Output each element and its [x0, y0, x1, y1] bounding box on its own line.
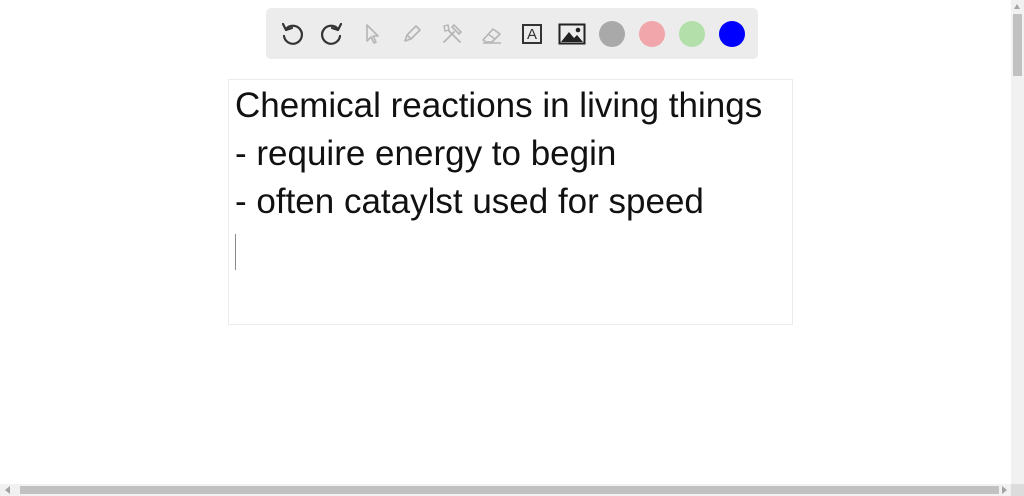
image-icon — [558, 23, 586, 45]
text-tool-button[interactable]: A — [518, 20, 546, 48]
eraser-tool-button[interactable] — [478, 20, 506, 48]
note-line-2: - require energy to begin — [235, 134, 617, 173]
vertical-scrollbar[interactable] — [1011, 0, 1024, 484]
tools-button[interactable] — [438, 20, 466, 48]
whiteboard-canvas[interactable]: A Chemical reactions in living things - … — [0, 0, 1011, 484]
scroll-right-arrow-icon[interactable] — [1002, 486, 1007, 494]
redo-button[interactable] — [318, 20, 346, 48]
horizontal-scroll-thumb[interactable] — [20, 486, 999, 494]
scrollbar-corner — [1011, 484, 1024, 496]
horizontal-scrollbar[interactable] — [0, 484, 1011, 496]
text-tool-icon: A — [522, 24, 542, 44]
text-caret — [235, 234, 236, 270]
pen-tool-button[interactable] — [398, 20, 426, 48]
color-swatch-pink[interactable] — [639, 21, 665, 47]
color-swatch-green[interactable] — [679, 21, 705, 47]
tools-icon — [443, 23, 463, 43]
pen-icon — [404, 25, 421, 42]
select-tool-button[interactable] — [358, 20, 386, 48]
scroll-up-arrow-icon[interactable] — [1014, 4, 1020, 9]
text-tool-glyph: A — [526, 25, 537, 43]
note-line-1: Chemical reactions in living things — [235, 86, 763, 125]
undo-icon — [281, 22, 304, 45]
vertical-scroll-thumb[interactable] — [1013, 14, 1022, 76]
undo-button[interactable] — [278, 20, 306, 48]
note-line-3: - often cataylst used for speed — [235, 182, 704, 221]
scroll-left-arrow-icon[interactable] — [5, 486, 10, 494]
eraser-icon — [482, 28, 501, 44]
redo-icon — [320, 22, 343, 45]
color-swatch-gray[interactable] — [599, 21, 625, 47]
select-pointer-icon — [366, 24, 379, 44]
text-note-box[interactable]: Chemical reactions in living things - re… — [228, 79, 793, 325]
color-swatch-blue[interactable] — [719, 21, 745, 47]
drawing-toolbar: A — [266, 8, 758, 59]
image-tool-button[interactable] — [558, 20, 586, 48]
